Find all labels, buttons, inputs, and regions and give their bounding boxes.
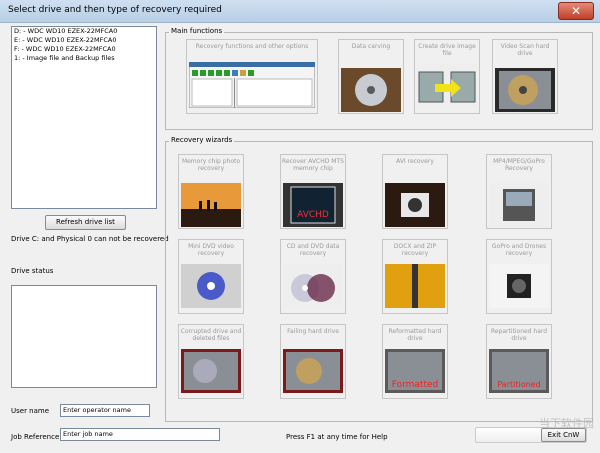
mini-dvd-icon	[181, 264, 241, 308]
sunset-photo-icon	[181, 183, 241, 227]
open-drive-icon	[181, 349, 241, 393]
wizard-label: MP4/MPEG/GoPro Recovery	[493, 158, 545, 172]
camera-photo-icon	[385, 183, 445, 227]
wizard-label: Failing hard drive	[287, 328, 339, 335]
wizard-mini-dvd[interactable]: Mini DVD video recovery	[178, 239, 244, 314]
drive-status-label: Drive status	[11, 267, 54, 275]
video-scan-label: Video Scan hard drive	[500, 43, 550, 57]
partitioned-drive-icon: Partitioned	[489, 349, 549, 393]
drive-item[interactable]: F: - WDC WD10 EZEX-22MFCA0	[12, 45, 156, 54]
wizard-label: CD and DVD data recovery	[286, 243, 340, 257]
sd-card-icon: AVCHD	[283, 183, 343, 227]
data-carving-label: Data carving	[351, 43, 391, 50]
wizard-mp4-mpeg-gopro[interactable]: MP4/MPEG/GoPro Recovery	[486, 154, 552, 229]
main-functions-caption: Main functions	[169, 27, 225, 35]
main-functions-frame: Main functions Recovery functions and ot…	[165, 27, 593, 130]
wizard-label: DOCX and ZIP recovery	[393, 243, 437, 257]
video-scan-button[interactable]: Video Scan hard drive	[492, 39, 558, 114]
phone-photo-icon	[489, 183, 549, 227]
close-icon[interactable]: ✕	[558, 2, 594, 20]
wizard-label: Reformatted hard drive	[388, 328, 442, 342]
wizard-cd-dvd[interactable]: CD and DVD data recovery	[280, 239, 346, 314]
formatted-drive-icon: Formatted	[385, 349, 445, 393]
client-area: D: - WDC WD10 EZEX-22MFCA0 E: - WDC WD10…	[0, 23, 600, 453]
recovery-wizards-frame: Recovery wizards Memory chip photo recov…	[165, 136, 593, 422]
wizard-label: Mini DVD video recovery	[188, 243, 234, 257]
wizard-avchd-mts[interactable]: Recover AVCHD MTS memory chip AVCHD	[280, 154, 346, 229]
failing-drive-icon	[283, 349, 343, 393]
wizard-repartitioned-drive[interactable]: Repartitioned hard drive Partitioned	[486, 324, 552, 399]
wizard-gopro-drones[interactable]: GoPro and Drones recovery	[486, 239, 552, 314]
avchd-text: AVCHD	[297, 210, 329, 220]
wizard-label: AVI recovery	[396, 158, 434, 165]
partitioned-text: Partitioned	[497, 380, 540, 389]
wizard-avi[interactable]: AVI recovery	[382, 154, 448, 229]
drive-item[interactable]: D: - WDC WD10 EZEX-22MFCA0	[12, 27, 156, 36]
drive-item[interactable]: 1: - Image file and Backup files	[12, 54, 156, 63]
data-carving-button[interactable]: Data carving	[338, 39, 404, 114]
create-drive-image-label: Create drive image file	[418, 43, 476, 57]
drive-list[interactable]: D: - WDC WD10 EZEX-22MFCA0 E: - WDC WD10…	[11, 26, 157, 209]
wizard-label: Repartitioned hard drive	[490, 328, 548, 342]
formatted-text: Formatted	[392, 380, 439, 390]
wizard-failing-hard-drive[interactable]: Failing hard drive	[280, 324, 346, 399]
wizard-corrupted-drive[interactable]: Corrupted drive and deleted files	[178, 324, 244, 399]
platter-photo-icon	[341, 68, 401, 112]
refresh-drive-list-button[interactable]: Refresh drive list	[45, 215, 126, 230]
drive-item[interactable]: E: - WDC WD10 EZEX-22MFCA0	[12, 36, 156, 45]
recovery-wizards-caption: Recovery wizards	[169, 136, 235, 144]
cd-dvd-icon	[283, 264, 343, 308]
drive-note: Drive C: and Physical 0 can not be recov…	[11, 235, 169, 243]
wizard-label: Corrupted drive and deleted files	[180, 328, 242, 342]
watermark: 当下软件园	[539, 417, 594, 430]
wizard-reformatted-drive[interactable]: Reformatted hard drive Formatted	[382, 324, 448, 399]
wizard-label: Recover AVCHD MTS memory chip	[282, 158, 344, 172]
gopro-icon	[489, 264, 549, 308]
recovery-functions-label: Recovery functions and other options	[195, 43, 309, 50]
job-reference-field[interactable]: Enter job name	[60, 428, 220, 441]
help-text: Press F1 at any time for Help	[286, 433, 388, 441]
drive-status-box	[11, 285, 157, 388]
create-drive-image-button[interactable]: Create drive image file	[414, 39, 480, 114]
drive-copy-icon	[417, 64, 477, 108]
zipper-icon	[385, 264, 445, 308]
recovery-functions-button[interactable]: Recovery functions and other options	[186, 39, 318, 114]
title-bar: Select drive and then type of recovery r…	[0, 0, 600, 23]
user-name-field[interactable]: Enter operator name	[60, 404, 150, 417]
app-screenshot-thumbnail	[189, 62, 315, 108]
user-name-label: User name	[11, 407, 50, 415]
wizard-label: GoPro and Drones recovery	[491, 243, 547, 257]
hard-drive-photo-icon	[495, 68, 555, 112]
wizard-docx-zip[interactable]: DOCX and ZIP recovery	[382, 239, 448, 314]
wizard-memory-chip-photo[interactable]: Memory chip photo recovery	[178, 154, 244, 229]
job-reference-label: Job Reference	[11, 433, 60, 441]
window-title: Select drive and then type of recovery r…	[8, 5, 222, 15]
wizard-label: Memory chip photo recovery	[181, 158, 241, 172]
